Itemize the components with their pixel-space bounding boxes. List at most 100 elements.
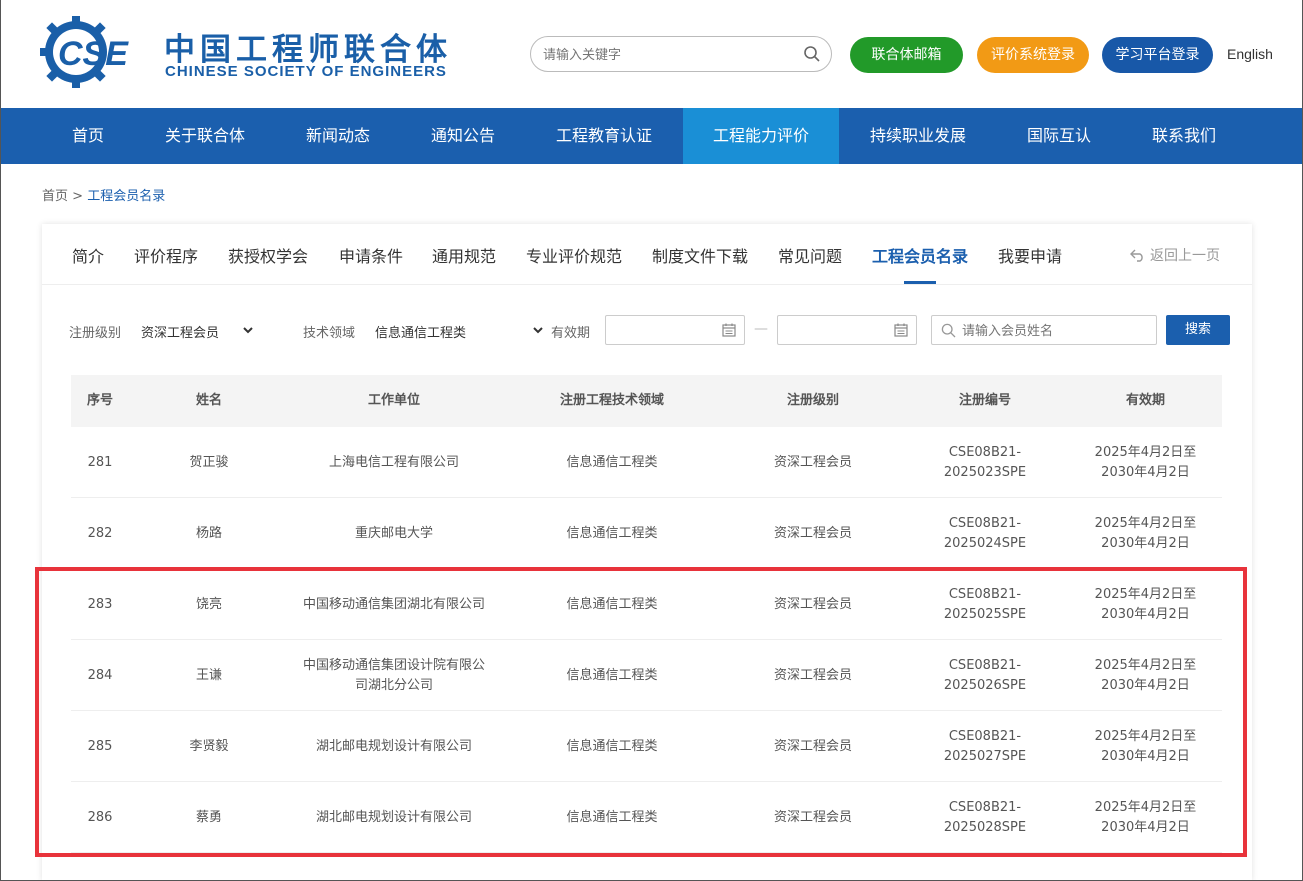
site-logo[interactable]: CSE 中国工程师联合体 CHINESE SOCIETY OF ENGINEER… bbox=[40, 16, 460, 90]
code-line-1: CSE08B21- bbox=[948, 586, 1022, 602]
tab-faq[interactable]: 常见问题 bbox=[778, 243, 842, 267]
cell-level: 资深工程会员 bbox=[725, 711, 901, 782]
tab-general-standards[interactable]: 通用规范 bbox=[432, 243, 496, 267]
cell-no: 285 bbox=[71, 711, 129, 782]
cell-org: 中国移动通信集团湖北有限公司 bbox=[303, 569, 485, 640]
valid-line-2: 2030年4月2日 bbox=[1101, 606, 1190, 622]
cell-name-text: 李贤毅 bbox=[189, 738, 229, 754]
cell-level-text: 资深工程会员 bbox=[773, 525, 852, 541]
cell-field: 信息通信工程类 bbox=[499, 640, 725, 711]
search-icon bbox=[941, 323, 956, 338]
breadcrumb-home[interactable]: 首页 bbox=[42, 189, 68, 204]
valid-line-1: 2025年4月2日至 bbox=[1094, 799, 1197, 815]
cell-no-text: 281 bbox=[87, 454, 113, 470]
cell-name: 李贤毅 bbox=[129, 711, 289, 782]
tab-professional-standards[interactable]: 专业评价规范 bbox=[526, 243, 622, 267]
chevron-down-icon[interactable] bbox=[532, 324, 544, 336]
cell-code: CSE08B21- 2025024SPE bbox=[901, 498, 1069, 569]
cell-level-text: 资深工程会员 bbox=[773, 809, 852, 825]
level-select[interactable]: 资深工程会员 bbox=[141, 322, 219, 341]
tab-authorized-societies[interactable]: 获授权学会 bbox=[228, 243, 308, 267]
cell-code: CSE08B21- 2025027SPE bbox=[901, 711, 1069, 782]
nav-item-about[interactable]: 关于联合体 bbox=[148, 108, 262, 164]
tab-member-directory[interactable]: 工程会员名录 bbox=[872, 243, 968, 267]
field-select[interactable]: 信息通信工程类 bbox=[375, 322, 466, 341]
cell-name-text: 王谦 bbox=[195, 667, 222, 683]
date-range-separator: — bbox=[754, 321, 768, 337]
code-line-1: CSE08B21- bbox=[948, 657, 1022, 673]
calendar-icon[interactable] bbox=[894, 323, 908, 337]
cell-org: 湖北邮电规划设计有限公司 bbox=[303, 711, 485, 782]
site-search[interactable] bbox=[530, 36, 832, 72]
cell-valid: 2025年4月2日至 2030年4月2日 bbox=[1069, 640, 1222, 711]
start-date-input[interactable] bbox=[605, 315, 745, 345]
cell-valid-text: 2025年4月2日至 2030年4月2日 bbox=[1095, 727, 1197, 767]
cell-org-text: 中国移动通信集团设计院有限公司湖北分公司 bbox=[303, 657, 486, 693]
cell-org-text: 湖北邮电规划设计有限公司 bbox=[315, 809, 472, 825]
cell-field: 信息通信工程类 bbox=[499, 711, 725, 782]
cell-no-text: 285 bbox=[87, 738, 113, 754]
cell-org-text: 重庆邮电大学 bbox=[354, 525, 433, 541]
tab-requirements[interactable]: 申请条件 bbox=[339, 243, 403, 267]
cell-level-text: 资深工程会员 bbox=[773, 738, 852, 754]
active-tab-indicator bbox=[904, 281, 936, 284]
tab-intro[interactable]: 简介 bbox=[72, 243, 104, 267]
cell-org-text: 中国移动通信集团湖北有限公司 bbox=[303, 596, 486, 612]
col-header-org: 工作单位 bbox=[367, 393, 420, 408]
cell-valid-text: 2025年4月2日至 2030年4月2日 bbox=[1095, 443, 1197, 483]
cell-no-text: 283 bbox=[87, 596, 113, 612]
cell-valid-text: 2025年4月2日至 2030年4月2日 bbox=[1095, 656, 1197, 696]
valid-line-1: 2025年4月2日至 bbox=[1094, 586, 1197, 602]
table-header: 序号 姓名 工作单位 注册工程技术领域 注册级别 注册编号 有效期 bbox=[71, 375, 1222, 427]
cell-field: 信息通信工程类 bbox=[499, 498, 725, 569]
member-name-input[interactable] bbox=[962, 321, 1147, 341]
evaluation-login-button[interactable]: 评价系统登录 bbox=[977, 37, 1089, 73]
cell-field: 信息通信工程类 bbox=[499, 569, 725, 640]
cell-org-text: 上海电信工程有限公司 bbox=[328, 454, 459, 470]
calendar-icon[interactable] bbox=[722, 323, 736, 337]
cell-code-text: CSE08B21- 2025023SPE bbox=[944, 443, 1026, 483]
search-button[interactable]: 搜索 bbox=[1166, 315, 1230, 345]
chevron-down-icon[interactable] bbox=[242, 324, 254, 336]
search-icon[interactable] bbox=[803, 45, 821, 63]
cell-level-text: 资深工程会员 bbox=[773, 454, 852, 470]
valid-line-2: 2030年4月2日 bbox=[1101, 535, 1190, 551]
nav-item-cpd[interactable]: 持续职业发展 bbox=[847, 108, 989, 164]
cell-no-text: 282 bbox=[87, 525, 113, 541]
mail-button[interactable]: 联合体邮箱 bbox=[850, 37, 963, 73]
table-row: 281 贺正骏 上海电信工程有限公司 信息通信工程类 资深工程会员 CSE08B21- 20… bbox=[71, 427, 1222, 498]
nav-item-news[interactable]: 新闻动态 bbox=[282, 108, 394, 164]
member-search[interactable] bbox=[931, 315, 1157, 345]
cell-field-text: 信息通信工程类 bbox=[566, 809, 658, 825]
language-switch[interactable]: English bbox=[1227, 46, 1273, 62]
cell-name: 贺正骏 bbox=[129, 427, 289, 498]
nav-item-home[interactable]: 首页 bbox=[42, 108, 134, 164]
cell-no: 284 bbox=[71, 640, 129, 711]
tab-apply[interactable]: 我要申请 bbox=[998, 243, 1062, 267]
nav-item-international[interactable]: 国际互认 bbox=[1010, 108, 1108, 164]
site-search-input[interactable] bbox=[543, 45, 793, 65]
end-date-input[interactable] bbox=[777, 315, 917, 345]
logo-english-name: CHINESE SOCIETY OF ENGINEERS bbox=[165, 63, 447, 80]
col-header-code: 注册编号 bbox=[958, 393, 1011, 408]
tab-downloads[interactable]: 制度文件下载 bbox=[652, 243, 748, 267]
nav-item-notices[interactable]: 通知公告 bbox=[410, 108, 516, 164]
tab-procedure[interactable]: 评价程序 bbox=[134, 243, 198, 267]
breadcrumb: 首页 > 工程会员名录 bbox=[42, 185, 165, 204]
back-link[interactable]: 返回上一页 bbox=[1130, 245, 1220, 265]
nav-item-contact[interactable]: 联系我们 bbox=[1128, 108, 1240, 164]
nav-item-competence-evaluation[interactable]: 工程能力评价 bbox=[683, 108, 839, 164]
cell-code-text: CSE08B21- 2025024SPE bbox=[944, 514, 1026, 554]
cell-valid: 2025年4月2日至 2030年4月2日 bbox=[1069, 569, 1222, 640]
learning-login-button[interactable]: 学习平台登录 bbox=[1102, 37, 1213, 73]
cell-field-text: 信息通信工程类 bbox=[566, 525, 658, 541]
code-line-1: CSE08B21- bbox=[948, 444, 1022, 460]
table-row: 284 王谦 中国移动通信集团设计院有限公司湖北分公司 信息通信工程类 资深工程会员 CS… bbox=[71, 640, 1222, 711]
code-line-2: 2025026SPE bbox=[943, 677, 1027, 693]
breadcrumb-current[interactable]: 工程会员名录 bbox=[87, 189, 165, 204]
cell-level: 资深工程会员 bbox=[725, 782, 901, 853]
cell-valid: 2025年4月2日至 2030年4月2日 bbox=[1069, 498, 1222, 569]
nav-item-education-accreditation[interactable]: 工程教育认证 bbox=[532, 108, 676, 164]
breadcrumb-separator: > bbox=[72, 189, 84, 204]
cell-valid-text: 2025年4月2日至 2030年4月2日 bbox=[1095, 585, 1197, 625]
